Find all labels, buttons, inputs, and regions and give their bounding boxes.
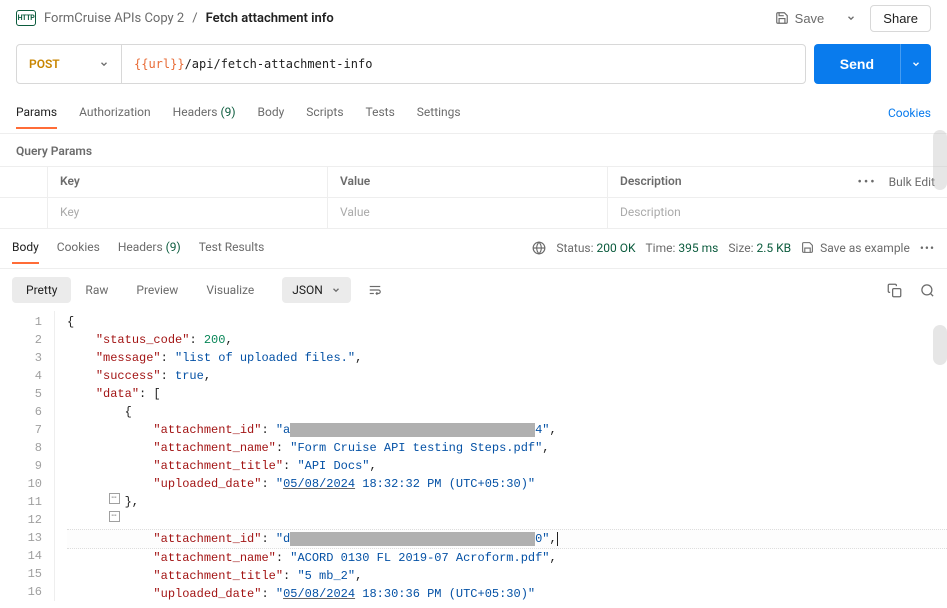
params-desc-input[interactable]: Description (608, 198, 947, 228)
tab-authorization[interactable]: Authorization (79, 105, 151, 129)
params-desc-header: Description (608, 167, 845, 197)
code-content[interactable]: { "status_code": 200, "message": "list o… (55, 311, 947, 601)
query-params-title: Query Params (0, 134, 947, 166)
http-method-icon: HTTP (16, 10, 36, 26)
view-pretty[interactable]: Pretty (12, 277, 71, 303)
response-view-bar: Pretty Raw Preview Visualize JSON (0, 269, 947, 311)
breadcrumb-request[interactable]: Fetch attachment info (206, 11, 334, 26)
tab-scripts[interactable]: Scripts (306, 105, 343, 129)
resp-tab-body[interactable]: Body (12, 240, 39, 264)
bulk-edit-button[interactable]: Bulk Edit (889, 175, 935, 189)
response-more-icon[interactable]: ••• (920, 241, 935, 255)
request-tabs: Params Authorization Headers (9) Body Sc… (0, 100, 947, 134)
breadcrumb-bar: HTTP FormCruise APIs Copy 2 / Fetch atta… (0, 0, 947, 36)
response-tabs: Body Cookies Headers (9) Test Results St… (0, 235, 947, 269)
url-variable: {{url}} (134, 57, 185, 71)
line-wrap-toggle[interactable] (363, 279, 387, 301)
time-label: Time: (646, 241, 676, 255)
view-raw[interactable]: Raw (71, 277, 122, 303)
params-key-header: Key (48, 167, 328, 197)
resp-tab-test-results[interactable]: Test Results (199, 240, 265, 264)
chevron-down-icon (911, 59, 921, 69)
save-as-example-button[interactable]: Save as example (801, 241, 910, 255)
save-button[interactable]: Save (767, 7, 833, 30)
resp-tab-headers[interactable]: Headers (9) (118, 240, 181, 264)
resp-tab-cookies[interactable]: Cookies (57, 240, 100, 264)
params-more-icon[interactable]: ••• (857, 175, 876, 190)
send-button[interactable]: Send (814, 44, 900, 84)
tab-body[interactable]: Body (258, 105, 285, 129)
scrollbar-thumb[interactable] (933, 325, 947, 365)
url-bar: POST {{url}}/api/fetch-attachment-info S… (0, 36, 947, 100)
search-response-icon[interactable] (920, 283, 935, 298)
save-icon (801, 241, 814, 254)
params-value-header: Value (328, 167, 608, 197)
chevron-down-icon (846, 13, 856, 23)
size-value: 2.5 KB (756, 241, 791, 255)
status-code: 200 OK (597, 241, 636, 255)
tab-tests[interactable]: Tests (366, 105, 395, 129)
size-label: Size: (728, 241, 753, 255)
tab-settings[interactable]: Settings (417, 105, 461, 129)
send-dropdown-caret[interactable] (900, 44, 931, 84)
save-icon (775, 11, 789, 25)
save-dropdown-caret[interactable] (840, 9, 862, 27)
breadcrumb-collection[interactable]: FormCruise APIs Copy 2 (44, 11, 184, 26)
breadcrumb-separator: / (192, 11, 197, 26)
tab-params[interactable]: Params (16, 105, 57, 129)
format-select[interactable]: JSON (282, 277, 351, 303)
time-value: 395 ms (678, 241, 718, 255)
chevron-down-icon (99, 59, 109, 69)
json-response-viewer[interactable]: 1234567891011121314151617 { "status_code… (0, 311, 947, 601)
url-path: /api/fetch-attachment-info (185, 57, 373, 71)
params-value-input[interactable]: Value (328, 198, 608, 228)
status-label: Status: (556, 241, 593, 255)
chevron-down-icon (331, 285, 341, 295)
method-value: POST (29, 57, 60, 71)
http-method-select[interactable]: POST (17, 45, 122, 83)
view-visualize[interactable]: Visualize (192, 277, 268, 303)
params-empty-row[interactable]: Key Value Description (0, 198, 947, 229)
scrollbar-thumb[interactable] (933, 130, 947, 190)
copy-response-icon[interactable] (887, 283, 902, 298)
tab-headers[interactable]: Headers (9) (173, 105, 236, 129)
cookies-link[interactable]: Cookies (888, 106, 931, 128)
save-label: Save (795, 11, 825, 26)
network-icon[interactable] (532, 241, 546, 255)
share-button[interactable]: Share (870, 5, 931, 32)
params-table: Key Value Description ••• Bulk Edit Key … (0, 166, 947, 229)
view-preview[interactable]: Preview (122, 277, 192, 303)
params-header-row: Key Value Description ••• Bulk Edit (0, 167, 947, 198)
params-key-input[interactable]: Key (48, 198, 328, 228)
url-input[interactable]: {{url}}/api/fetch-attachment-info (122, 45, 805, 83)
line-gutter: 1234567891011121314151617 (0, 311, 55, 601)
